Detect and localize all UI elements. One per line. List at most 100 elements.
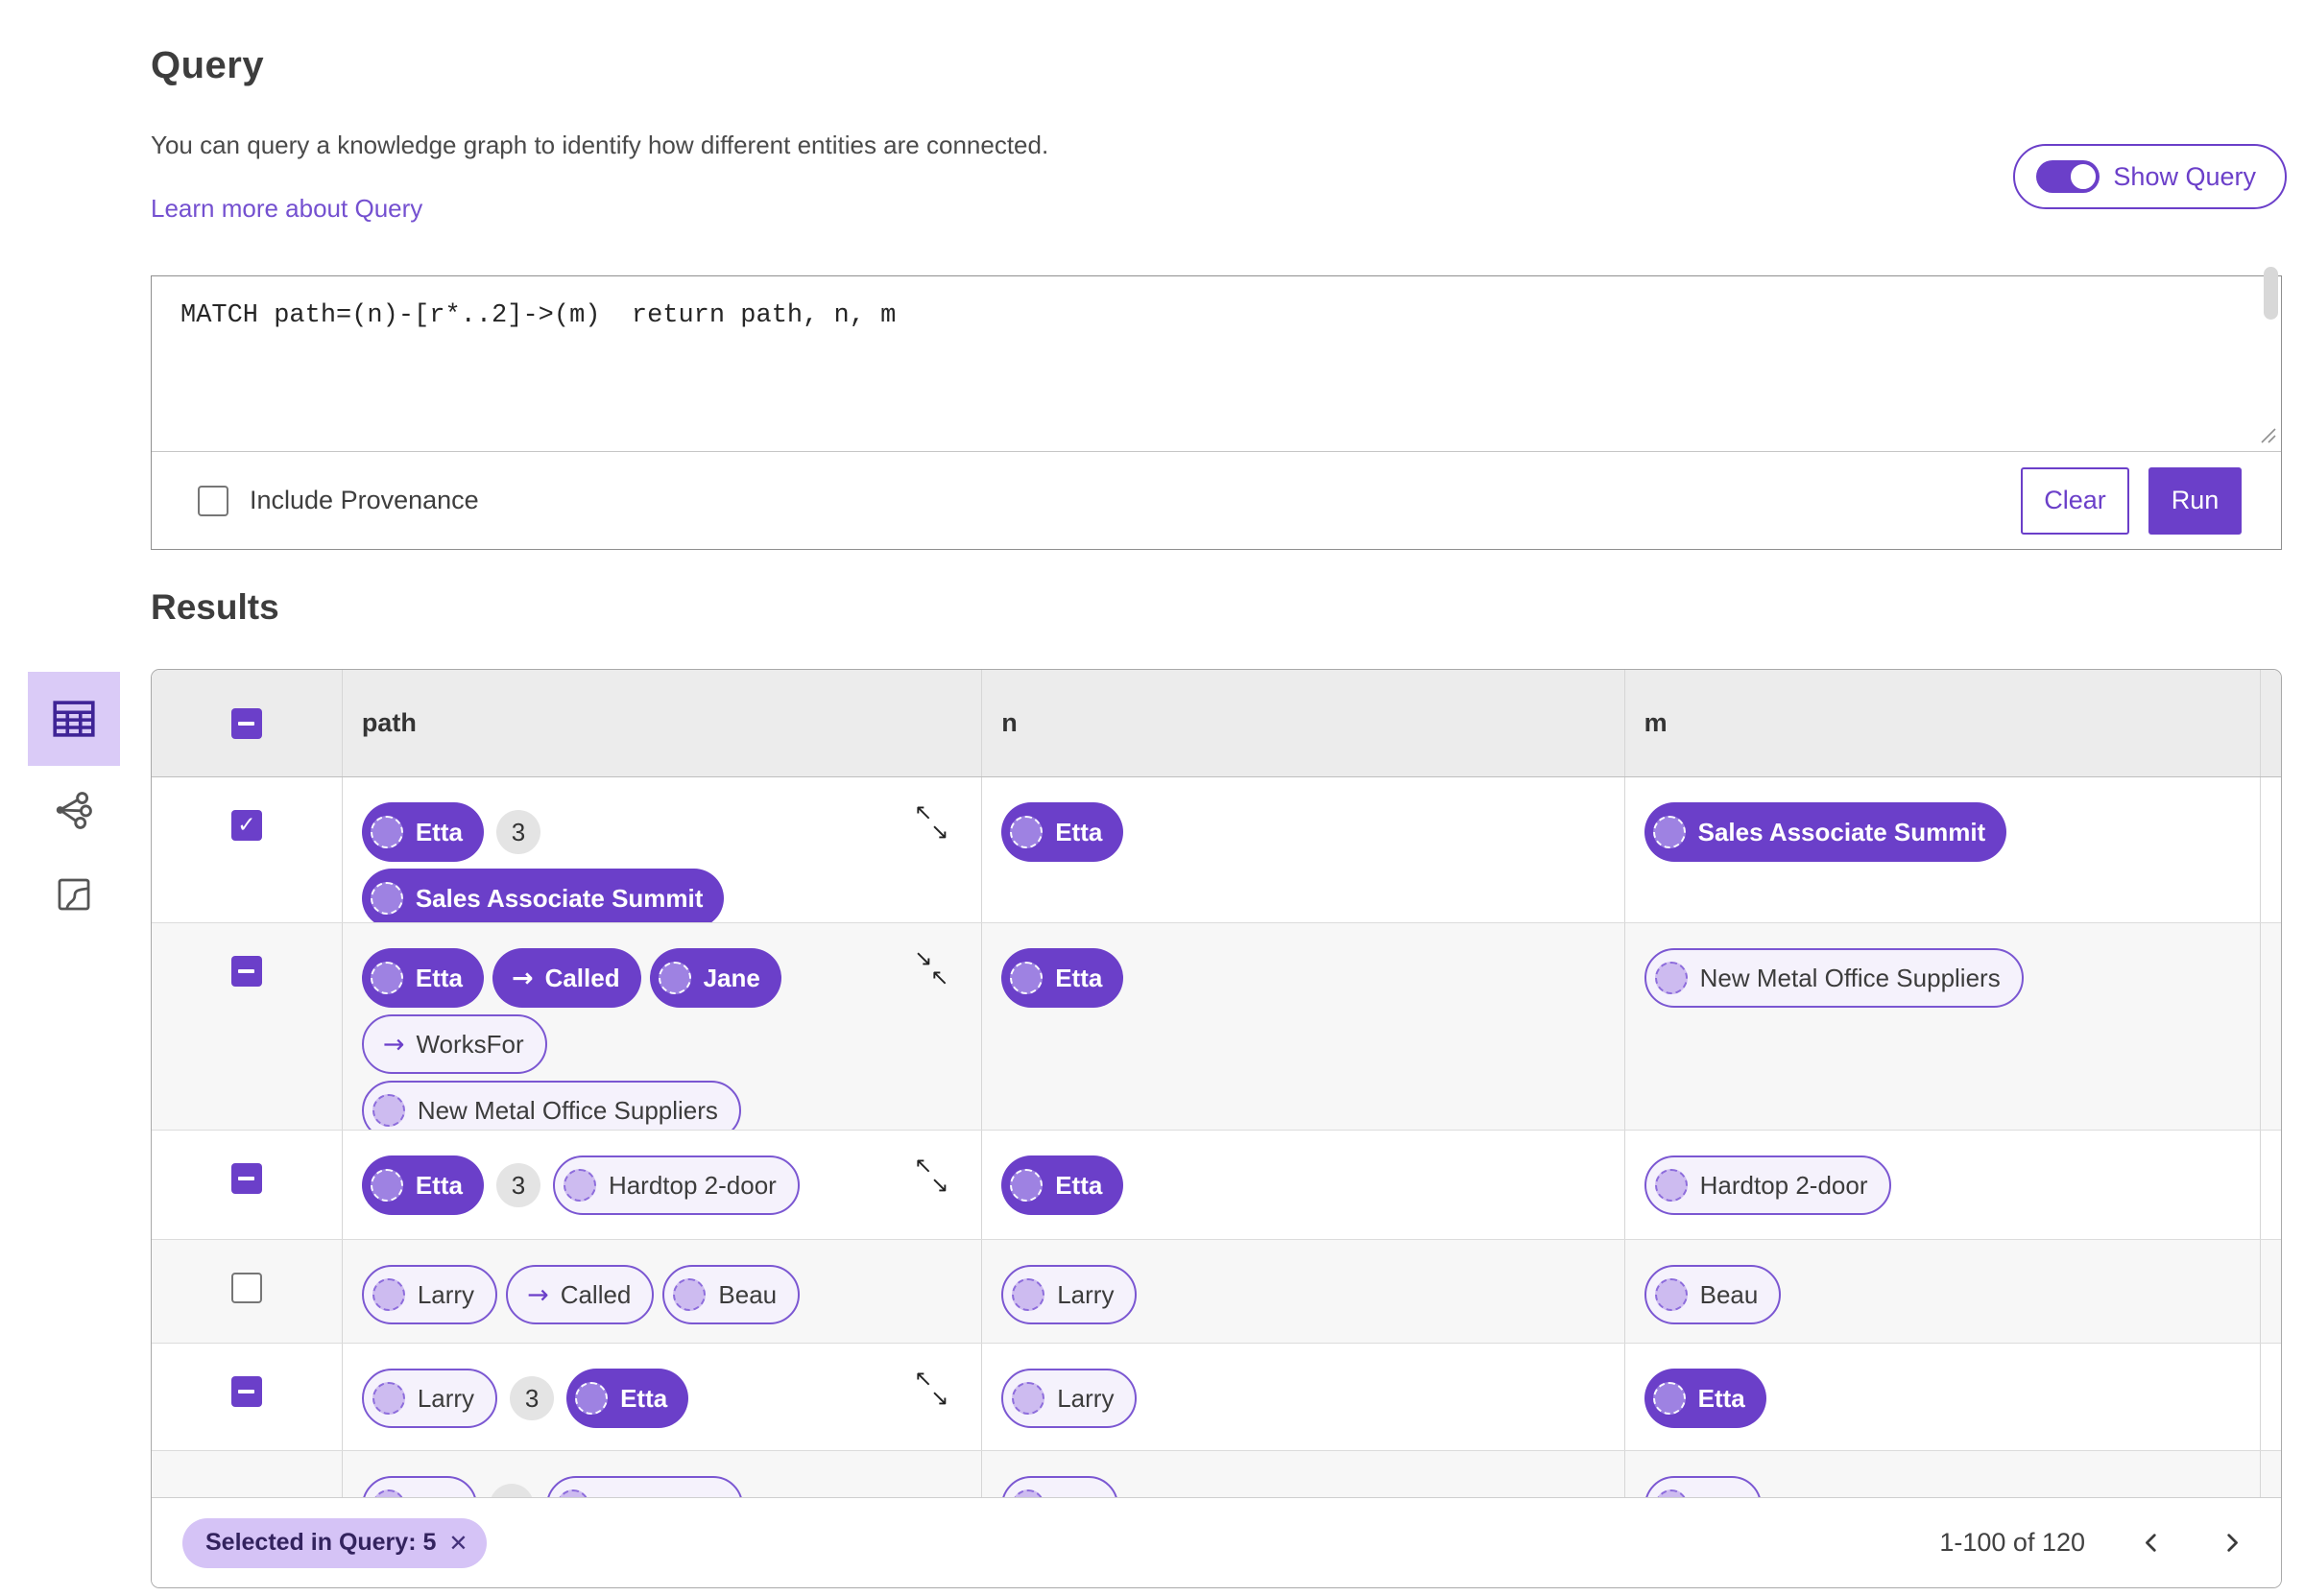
toggle-knob[interactable]: [2069, 162, 2099, 191]
node-pill[interactable]: Etta: [1001, 802, 1124, 862]
row-checkbox[interactable]: [230, 1376, 262, 1407]
path-count-badge[interactable]: [489, 1484, 534, 1497]
expand-path-icon[interactable]: ↖ ↘: [914, 1155, 956, 1202]
node-pill[interactable]: New Metal Office Suppliers: [361, 1081, 741, 1130]
node-circle-icon: [370, 882, 403, 915]
node-pill[interactable]: Hardtop 2-door: [552, 1155, 800, 1215]
map-view-button[interactable]: [28, 864, 120, 925]
pill-label: Etta: [415, 1170, 463, 1200]
node-pill[interactable]: Jane: [649, 948, 781, 1008]
path-count-badge[interactable]: 3: [495, 810, 540, 854]
include-provenance-label: Include Provenance: [250, 486, 479, 514]
m-cell: Sales Associate Summit: [1623, 777, 2260, 922]
table-row: Etta 3 Hardtop 2-door ↖ ↘ Etta Hardtop 2-door: [152, 1131, 2281, 1240]
page-description: You can query a knowledge graph to ident…: [151, 131, 1049, 159]
pill-label: New Metal Office Suppliers: [417, 1095, 718, 1125]
m-cell: Etta: [1623, 1344, 2260, 1450]
path-line: Sales Associate Summit: [1644, 802, 2260, 862]
query-text: MATCH path=(n)-[r*..2]->(m) return path,…: [180, 301, 897, 330]
node-circle-icon: [1652, 816, 1686, 848]
node-circle-icon: [372, 1489, 405, 1497]
node-pill[interactable]: [545, 1476, 743, 1497]
selected-in-query-chip[interactable]: Selected in Query: 5 ✕: [182, 1517, 488, 1568]
node-circle-icon: [372, 1094, 405, 1127]
edge-pill[interactable]: → Called: [492, 948, 641, 1008]
path-line: Etta: [1001, 802, 1623, 862]
path-line: Etta: [1644, 1369, 2260, 1428]
row-checkbox[interactable]: [230, 956, 262, 987]
node-pill[interactable]: New Metal Office Suppliers: [1644, 948, 2024, 1008]
path-line: Etta 3: [361, 802, 981, 862]
node-pill[interactable]: Beau: [1644, 1265, 1782, 1324]
select-all-checkbox[interactable]: [230, 707, 262, 739]
pill-label: Sales Associate Summit: [415, 883, 704, 913]
node-pill[interactable]: Larry: [1001, 1369, 1138, 1428]
node-pill[interactable]: Etta: [1001, 1155, 1124, 1215]
m-cell: New Metal Office Suppliers: [1623, 923, 2260, 1130]
chip-close-icon[interactable]: ✕: [448, 1530, 468, 1557]
edge-pill[interactable]: → Called: [506, 1265, 655, 1324]
m-cell: Beau: [1623, 1240, 2260, 1343]
node-pill[interactable]: Etta: [361, 802, 484, 862]
node-pill[interactable]: [361, 1476, 477, 1497]
table-body: Etta 3 Sales Associate Summit ↖↘ Etta Sales A…: [152, 777, 2281, 1497]
node-pill[interactable]: Sales Associate Summit: [1644, 802, 2007, 862]
resize-handle-icon[interactable]: [2258, 425, 2277, 449]
clear-button[interactable]: Clear: [2021, 466, 2129, 535]
results-view-switcher: [28, 672, 120, 925]
node-circle-icon: [1654, 1278, 1688, 1311]
chevron-right-icon: [2227, 1534, 2238, 1552]
table-view-button[interactable]: [28, 672, 120, 766]
expand-path-icon[interactable]: ↖ ↘: [914, 802, 956, 848]
toggle-switch-icon[interactable]: [2036, 160, 2100, 193]
node-pill[interactable]: Etta: [1644, 1369, 1766, 1428]
expand-path-icon[interactable]: ↖ ↘: [914, 1369, 956, 1415]
node-pill[interactable]: Etta: [361, 1155, 484, 1215]
path-count-badge[interactable]: 3: [495, 1163, 540, 1207]
include-provenance-option[interactable]: Include Provenance: [198, 452, 479, 549]
collapse-path-icon[interactable]: ↘ ↖: [914, 948, 956, 994]
node-circle-icon: [372, 1278, 405, 1311]
node-pill[interactable]: [1644, 1476, 1762, 1497]
node-pill[interactable]: Beau: [662, 1265, 801, 1324]
show-query-toggle[interactable]: Show Query: [2013, 144, 2287, 209]
node-pill[interactable]: [1001, 1476, 1119, 1497]
query-input[interactable]: MATCH path=(n)-[r*..2]->(m) return path,…: [152, 276, 2281, 452]
pill-label: Beau: [718, 1279, 778, 1309]
path-count-badge[interactable]: 3: [510, 1376, 555, 1420]
node-pill[interactable]: Larry: [361, 1265, 498, 1324]
node-pill[interactable]: Larry: [361, 1369, 498, 1428]
scrollbar-gutter: [2260, 670, 2281, 776]
m-cell: [1623, 1451, 2260, 1497]
path-line: New Metal Office Suppliers: [1644, 948, 2260, 1008]
path-cell: Larry 3 Etta ↖ ↘: [341, 1344, 981, 1450]
map-icon: [58, 878, 90, 911]
node-circle-icon: [1654, 962, 1688, 994]
scrollbar-gutter: [2260, 1451, 2281, 1497]
row-checkbox[interactable]: [230, 1163, 262, 1194]
row-checkbox[interactable]: [230, 1273, 262, 1303]
edge-pill[interactable]: → WorksFor: [361, 1014, 547, 1074]
node-pill[interactable]: Hardtop 2-door: [1644, 1155, 1891, 1215]
scrollbar-thumb[interactable]: [2264, 267, 2278, 320]
previous-page-button[interactable]: [2139, 1530, 2165, 1556]
pill-label: Called: [560, 1279, 632, 1309]
graph-view-button[interactable]: [28, 779, 120, 841]
node-circle-icon: [372, 1382, 405, 1415]
row-checkbox[interactable]: [230, 810, 262, 841]
run-button[interactable]: Run: [2148, 466, 2242, 535]
node-pill[interactable]: Etta: [361, 948, 484, 1008]
pill-label: Larry: [417, 1383, 475, 1413]
include-provenance-checkbox[interactable]: [198, 485, 228, 516]
results-table: path n m Etta3Sales Associate Summit↖↘Et…: [151, 669, 2282, 1588]
node-pill[interactable]: Etta: [1001, 948, 1124, 1008]
node-pill[interactable]: Sales Associate Summit: [361, 869, 725, 922]
pill-label: New Metal Office Suppliers: [1699, 963, 2001, 992]
learn-more-link[interactable]: Learn more about Query: [151, 194, 422, 224]
node-pill[interactable]: Larry: [1001, 1265, 1138, 1324]
next-page-button[interactable]: [2219, 1530, 2244, 1556]
pagination-range: 1-100 of 120: [1939, 1528, 2085, 1557]
chip-label: Selected in Query: 5: [205, 1529, 437, 1556]
pill-label: Larry: [1057, 1383, 1115, 1413]
node-pill[interactable]: Etta: [566, 1369, 689, 1428]
